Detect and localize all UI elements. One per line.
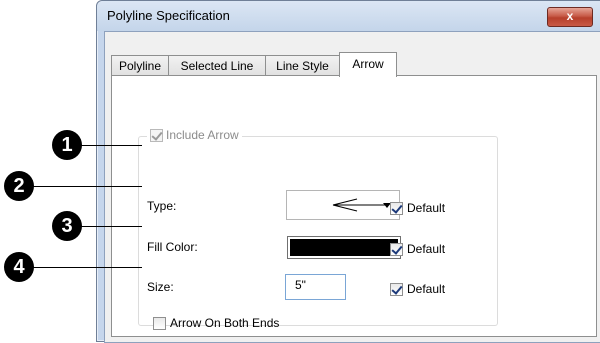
callout-2: 2 bbox=[4, 171, 34, 201]
arrow-type-dropdown[interactable] bbox=[286, 190, 400, 220]
include-arrow-check-icon bbox=[150, 128, 163, 142]
size-default-label: Default bbox=[407, 282, 446, 296]
tab-selected-line[interactable]: Selected Line bbox=[168, 55, 266, 76]
title-bar[interactable]: Polyline Specification x bbox=[97, 1, 600, 31]
fill-color-label: Fill Color: bbox=[147, 240, 198, 254]
callout-4: 4 bbox=[4, 252, 34, 282]
include-arrow-label: Include Arrow bbox=[166, 128, 239, 142]
include-arrow-checkbox[interactable]: Include Arrow bbox=[147, 128, 242, 142]
type-default-label: Default bbox=[407, 201, 446, 215]
arrow-left-icon bbox=[332, 198, 387, 212]
tab-line-style[interactable]: Line Style bbox=[265, 55, 340, 76]
callout-1: 1 bbox=[52, 130, 82, 160]
fill-color-default-checkbox[interactable]: Default bbox=[390, 242, 445, 256]
size-default-check-icon bbox=[390, 282, 403, 296]
arrow-both-ends-check-icon bbox=[153, 316, 166, 330]
dialog-title: Polyline Specification bbox=[107, 8, 230, 23]
size-label: Size: bbox=[147, 280, 174, 294]
size-input[interactable]: 5" bbox=[285, 274, 346, 300]
callout-3: 3 bbox=[52, 211, 82, 241]
close-icon: x bbox=[566, 9, 574, 23]
size-default-checkbox[interactable]: Default bbox=[390, 282, 445, 296]
fill-color-default-check-icon bbox=[390, 242, 403, 256]
polyline-specification-dialog: Polyline Specification x Polyline Select… bbox=[96, 0, 600, 343]
callout-4-leader bbox=[32, 267, 142, 268]
tab-polyline[interactable]: Polyline bbox=[111, 55, 169, 76]
fill-color-default-label: Default bbox=[407, 242, 446, 256]
type-label: Type: bbox=[147, 199, 177, 213]
arrow-both-ends-label: Arrow On Both Ends bbox=[170, 316, 280, 330]
callout-2-leader bbox=[32, 186, 142, 187]
dialog-client-area: Polyline Selected Line Line Style Arrow … bbox=[104, 31, 600, 343]
tab-arrow[interactable]: Arrow bbox=[339, 52, 397, 77]
arrow-tab-panel: Include Arrow Type: Default Fill Color: … bbox=[111, 75, 597, 337]
type-default-checkbox[interactable]: Default bbox=[390, 201, 445, 215]
include-arrow-group: Include Arrow Type: Default Fill Color: … bbox=[138, 128, 498, 330]
callout-1-leader bbox=[80, 145, 142, 146]
arrow-both-ends-checkbox[interactable]: Arrow On Both Ends bbox=[153, 316, 279, 330]
type-default-check-icon bbox=[390, 201, 403, 215]
fill-color-button[interactable] bbox=[287, 236, 401, 259]
callout-3-leader bbox=[80, 226, 142, 227]
fill-color-swatch bbox=[290, 239, 398, 256]
close-button[interactable]: x bbox=[547, 7, 593, 27]
